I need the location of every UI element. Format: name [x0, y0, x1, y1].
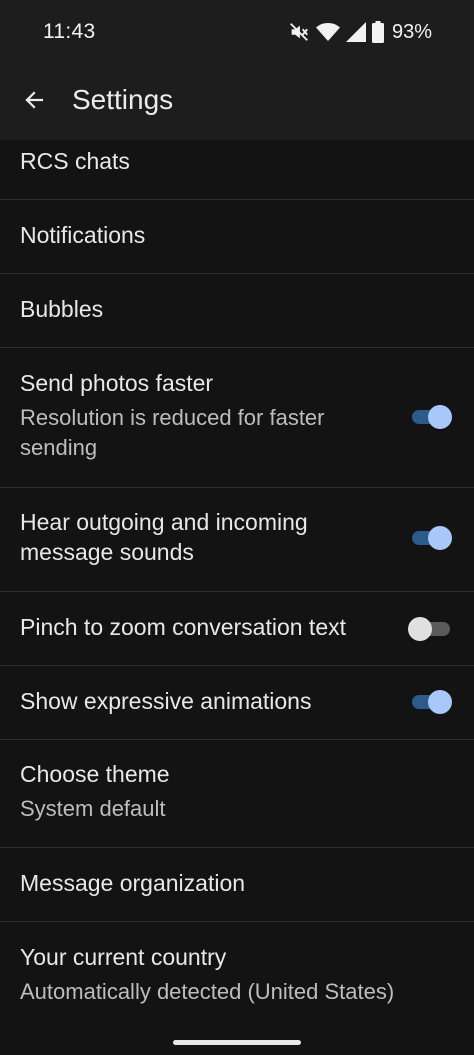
setting-subtitle: Resolution is reduced for faster sending	[20, 405, 325, 460]
setting-message-sounds[interactable]: Hear outgoing and incoming message sound…	[0, 488, 474, 592]
status-icons: 93%	[288, 20, 432, 44]
setting-subtitle: System default	[20, 796, 166, 821]
signal-icon	[345, 22, 366, 42]
setting-message-organization[interactable]: Message organization	[0, 848, 474, 922]
setting-pinch-to-zoom[interactable]: Pinch to zoom conversation text	[0, 592, 474, 666]
toggle-thumb	[408, 617, 432, 641]
setting-title: Send photos faster	[20, 370, 214, 396]
pinch-to-zoom-toggle[interactable]	[408, 617, 450, 641]
arrow-back-icon	[22, 88, 46, 117]
setting-title: Pinch to zoom conversation text	[20, 614, 346, 640]
back-button[interactable]	[14, 82, 54, 122]
status-bar: 11:43 93%	[0, 0, 474, 64]
setting-expressive-animations[interactable]: Show expressive animations	[0, 666, 474, 740]
wifi-icon	[315, 21, 340, 43]
battery-percent: 93%	[391, 20, 432, 43]
setting-title: Choose theme	[20, 761, 170, 787]
setting-send-photos-faster[interactable]: Send photos faster Resolution is reduced…	[0, 348, 474, 488]
status-time: 11:43	[43, 20, 96, 43]
toggle-thumb	[428, 526, 452, 550]
setting-title: Bubbles	[20, 296, 104, 322]
toggle-thumb	[428, 690, 452, 714]
home-indicator[interactable]	[173, 1040, 301, 1045]
app-bar: Settings	[0, 64, 474, 140]
setting-title: RCS chats	[20, 148, 130, 174]
page-title: Settings	[72, 84, 174, 115]
expressive-animations-toggle[interactable]	[412, 690, 452, 714]
setting-title: Your current country	[20, 944, 227, 970]
setting-choose-theme[interactable]: Choose theme System default	[0, 740, 474, 848]
setting-title: Hear outgoing and incoming message sound…	[20, 509, 308, 565]
setting-title: Message organization	[20, 870, 246, 896]
message-sounds-toggle[interactable]	[412, 526, 452, 550]
setting-rcs-chats[interactable]: RCS chats	[0, 140, 474, 200]
setting-current-country[interactable]: Your current country Automatically detec…	[0, 922, 474, 1032]
setting-notifications[interactable]: Notifications	[0, 200, 474, 274]
battery-icon	[371, 21, 384, 43]
setting-title: Show expressive animations	[20, 688, 312, 714]
mute-icon	[288, 21, 310, 43]
setting-bubbles[interactable]: Bubbles	[0, 274, 474, 348]
toggle-thumb	[428, 405, 452, 429]
setting-title: Notifications	[20, 222, 146, 248]
send-photos-faster-toggle[interactable]	[412, 405, 452, 429]
setting-subtitle: Automatically detected (United States)	[20, 979, 395, 1004]
